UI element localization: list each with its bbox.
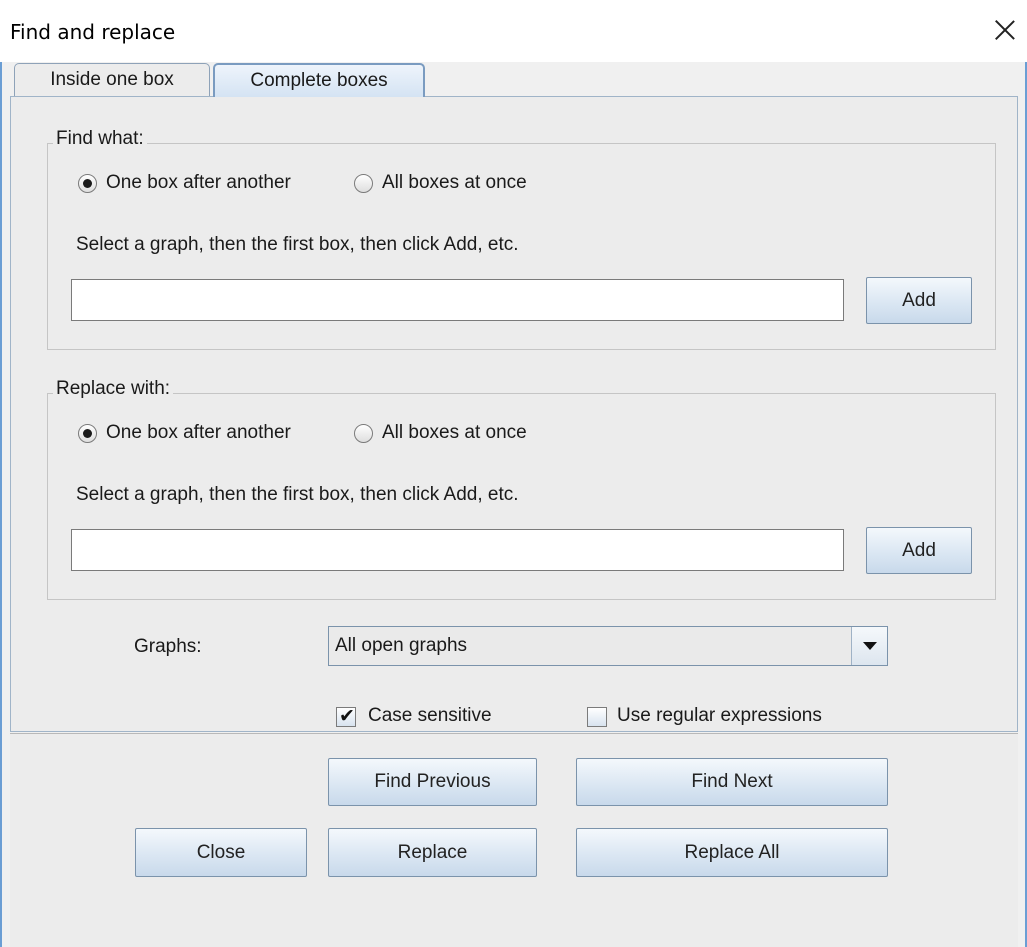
- find-hint: Select a graph, then the first box, then…: [76, 234, 519, 255]
- find-input[interactable]: [71, 279, 844, 321]
- regex-checkbox[interactable]: [587, 707, 607, 727]
- find-what-title: Find what:: [53, 128, 147, 150]
- find-radio-one-box-label[interactable]: One box after another: [106, 172, 291, 194]
- close-button[interactable]: Close: [135, 828, 307, 877]
- replace-hint: Select a graph, then the first box, then…: [76, 484, 519, 505]
- replace-radio-all-boxes-label[interactable]: All boxes at once: [382, 422, 527, 444]
- replace-input[interactable]: [71, 529, 844, 571]
- graphs-select[interactable]: All open graphs: [328, 626, 888, 666]
- chevron-down-icon[interactable]: [851, 627, 887, 665]
- replace-radio-all-boxes[interactable]: [354, 424, 373, 443]
- tab-inside-one-box[interactable]: Inside one box: [14, 63, 210, 96]
- case-sensitive-checkbox[interactable]: ✔: [336, 706, 356, 727]
- replace-radio-one-box-label[interactable]: One box after another: [106, 422, 291, 444]
- graphs-label: Graphs:: [134, 636, 202, 657]
- tab-complete-boxes[interactable]: Complete boxes: [213, 63, 425, 97]
- find-next-button[interactable]: Find Next: [576, 758, 888, 806]
- replace-with-title: Replace with:: [53, 378, 174, 400]
- replace-add-button[interactable]: Add: [866, 527, 972, 574]
- find-radio-one-box[interactable]: [78, 174, 97, 193]
- window-title: Find and replace: [10, 20, 176, 44]
- regex-label[interactable]: Use regular expressions: [617, 705, 822, 727]
- window-border-left: [0, 62, 2, 947]
- find-radio-all-boxes-label[interactable]: All boxes at once: [382, 172, 527, 194]
- replace-all-button[interactable]: Replace All: [576, 828, 888, 877]
- graphs-selected-value: All open graphs: [335, 635, 468, 656]
- close-icon[interactable]: [989, 14, 1021, 46]
- find-radio-all-boxes[interactable]: [354, 174, 373, 193]
- find-add-button[interactable]: Add: [866, 277, 972, 324]
- checkmark-icon: ✔: [339, 706, 355, 727]
- find-previous-button[interactable]: Find Previous: [328, 758, 537, 806]
- replace-button[interactable]: Replace: [328, 828, 537, 877]
- replace-radio-one-box[interactable]: [78, 424, 97, 443]
- case-sensitive-label[interactable]: Case sensitive: [368, 705, 492, 727]
